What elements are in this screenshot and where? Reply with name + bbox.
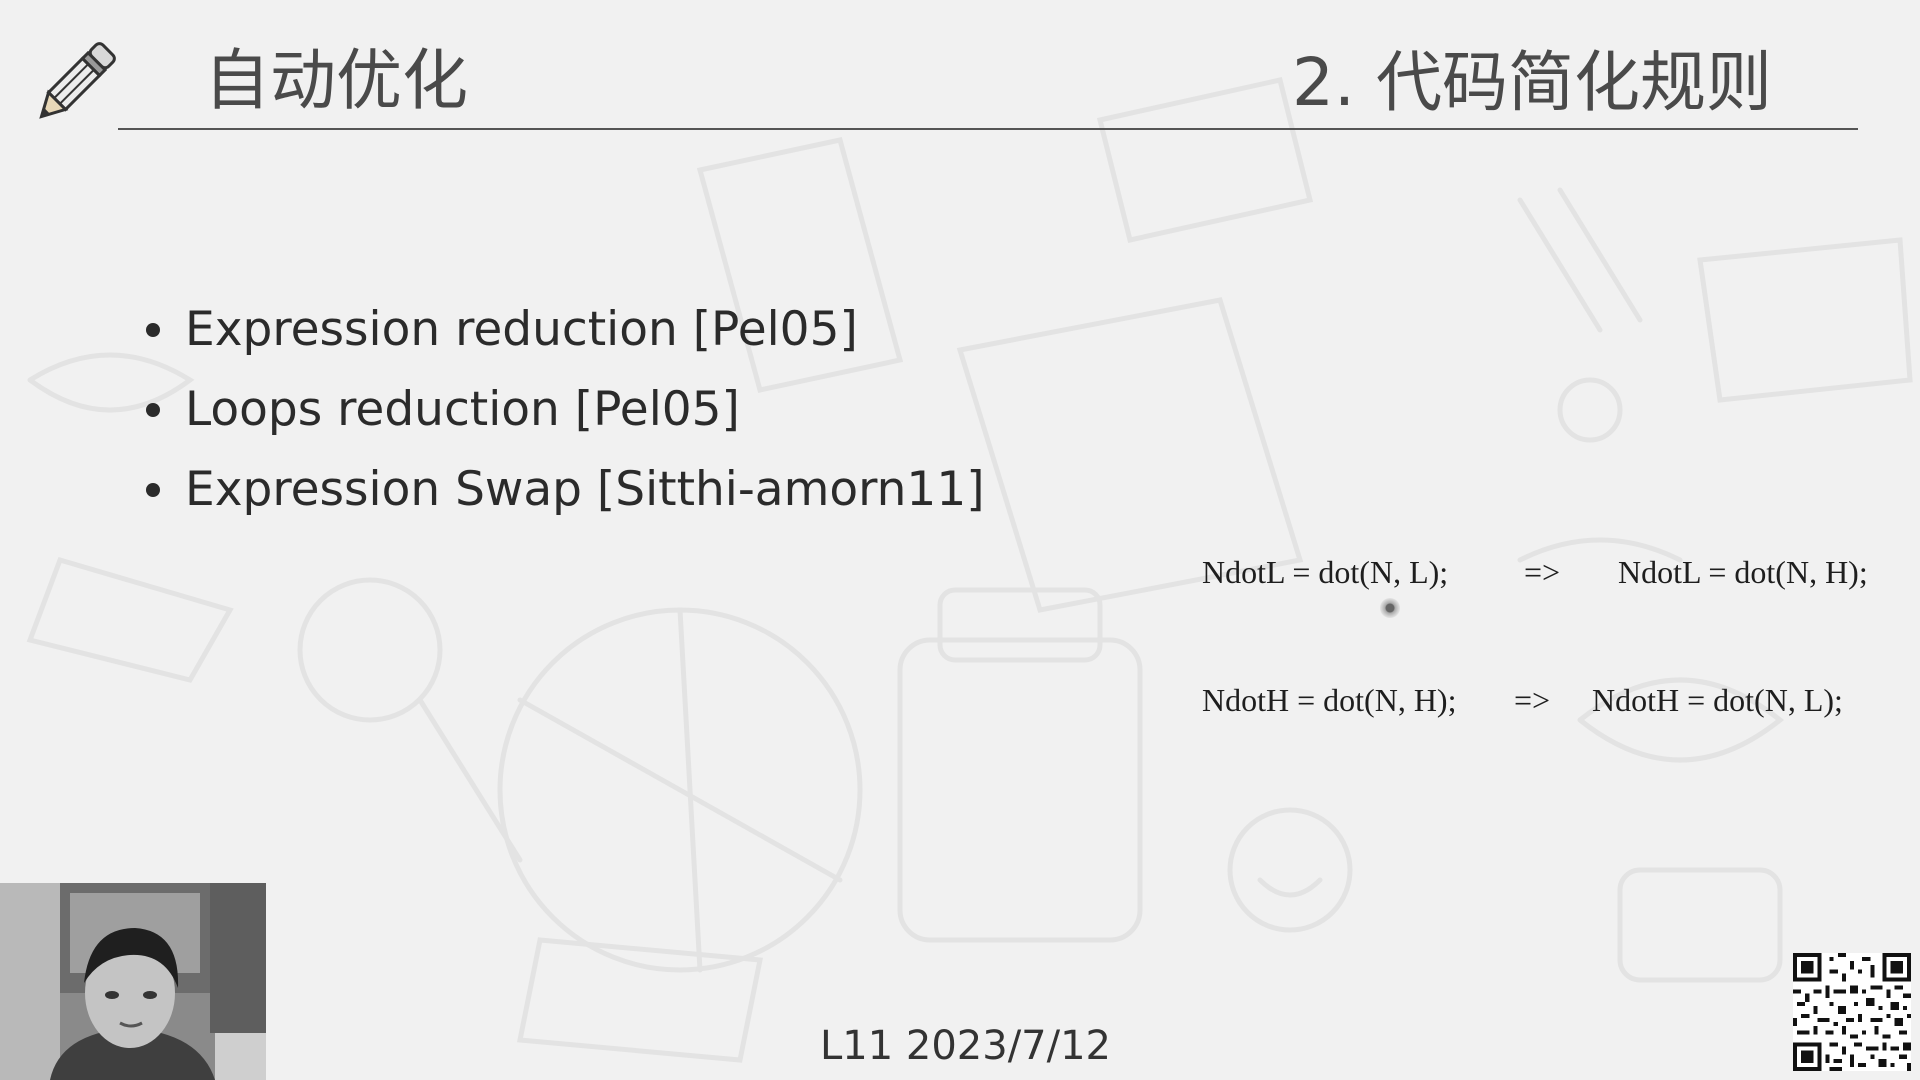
title-divider xyxy=(118,128,1858,130)
code-swap-2-after: NdotH = dot(N, L); xyxy=(1592,682,1843,718)
bullet-dot xyxy=(146,483,160,497)
bullet-text: Expression reduction [Pel05] xyxy=(185,302,858,357)
bullet-dot xyxy=(146,323,160,337)
lecture-date-label: L11 2023/7/12 xyxy=(820,1023,1111,1069)
bullet-item: Expression reduction [Pel05] xyxy=(146,290,985,370)
code-swap-2-before: NdotH = dot(N, H); xyxy=(1202,682,1457,718)
pencil-icon xyxy=(39,42,116,119)
bullet-text: Loops reduction [Pel05] xyxy=(185,382,740,437)
code-swap-1-before: NdotL = dot(N, L); xyxy=(1202,554,1449,590)
topic-title: 2. 代码简化规则 xyxy=(1292,44,1772,121)
background-doodles xyxy=(26,77,1913,1063)
presenter-webcam xyxy=(0,883,266,1080)
bullet-item: Loops reduction [Pel05] xyxy=(146,370,985,450)
qr-code xyxy=(1793,953,1911,1071)
bullet-text: Expression Swap [Sitthi-amorn11] xyxy=(185,462,985,517)
bullet-list: Expression reduction [Pel05] Loops reduc… xyxy=(146,290,985,530)
laser-pointer-dot xyxy=(1380,598,1400,618)
code-swap-1-after: NdotL = dot(N, H); xyxy=(1618,554,1868,590)
section-title: 自动优化 xyxy=(204,42,468,119)
code-swap-1-arrow: => xyxy=(1524,554,1561,590)
bullet-item: Expression Swap [Sitthi-amorn11] xyxy=(146,450,985,530)
bullet-dot xyxy=(146,403,160,417)
code-swap-2-arrow: => xyxy=(1514,682,1551,718)
